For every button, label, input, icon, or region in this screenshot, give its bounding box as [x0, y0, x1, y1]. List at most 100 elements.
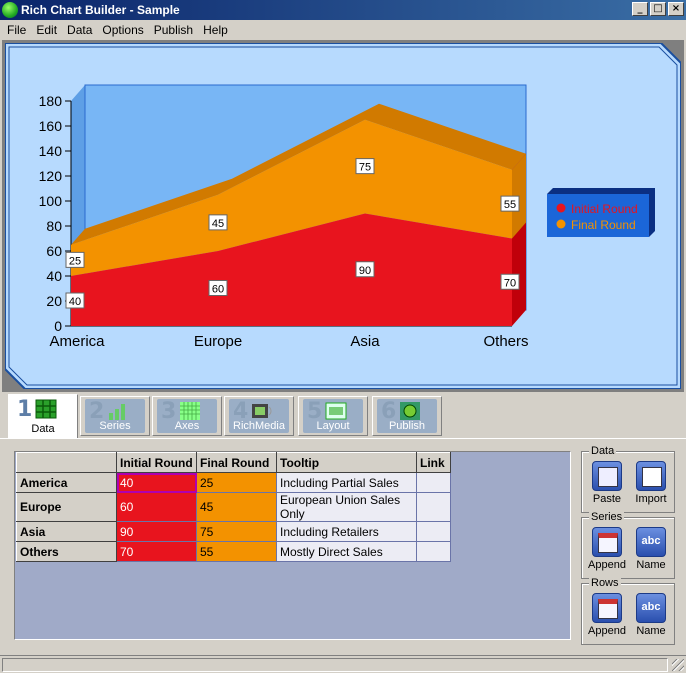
legend-label: Initial Round: [571, 202, 638, 216]
table-row: Europe 60 45 European Union Sales Only: [16, 492, 451, 522]
chart-preview-panel: 0 20 40 60 80 100 120 140 160 180 40 60 90 70 25 45 75 55…: [2, 40, 684, 392]
group-title: Rows: [589, 577, 621, 589]
cell-tooltip[interactable]: European Union Sales Only: [276, 492, 417, 522]
globe-icon: [400, 402, 420, 420]
append-table-icon: [592, 593, 622, 623]
data-grid: Initial Round Final Round Tooltip Link A…: [14, 451, 571, 640]
append-series-button[interactable]: Append: [585, 527, 629, 571]
cell-final[interactable]: 55: [196, 541, 277, 562]
data-label: 25: [69, 255, 81, 267]
cell-tooltip[interactable]: Including Partial Sales: [276, 472, 417, 493]
row-header[interactable]: Asia: [16, 521, 117, 542]
tab-label: RichMedia: [233, 420, 285, 432]
status-bar: [0, 655, 686, 673]
cell-link[interactable]: [416, 541, 451, 562]
data-label-group: 55: [500, 195, 520, 212]
group-title: Series: [589, 511, 625, 523]
cell-initial[interactable]: 40: [116, 472, 197, 493]
name-row-button[interactable]: abc Name: [629, 593, 673, 637]
table-row: Others 70 55 Mostly Direct Sales: [16, 541, 451, 562]
cell-tooltip[interactable]: Mostly Direct Sales: [276, 541, 417, 562]
tab-publish[interactable]: 6 Publish: [372, 396, 442, 436]
menu-options[interactable]: Options: [97, 23, 148, 37]
minimize-button[interactable]: _: [632, 2, 648, 16]
data-label: 60: [212, 284, 224, 296]
maximize-button[interactable]: □: [650, 2, 666, 16]
menu-bar: File Edit Data Options Publish Help: [0, 20, 686, 39]
table-row: America 40 25 Including Partial Sales: [16, 472, 451, 493]
table-row: Asia 90 75 Including Retailers: [16, 521, 451, 542]
menu-help[interactable]: Help: [198, 23, 233, 37]
bar-chart-icon: [109, 404, 125, 420]
legend-label: Final Round: [571, 218, 636, 232]
y-tick-label: 40: [46, 268, 62, 284]
data-label: 90: [359, 265, 371, 277]
cell-final[interactable]: 45: [196, 492, 277, 522]
paste-button[interactable]: Paste: [585, 461, 629, 505]
data-label-group: 60: [208, 280, 228, 296]
tab-series[interactable]: 2 Series: [80, 396, 150, 436]
menu-file[interactable]: File: [2, 23, 31, 37]
y-tick-label: 0: [54, 318, 62, 334]
tab-layout[interactable]: 5 Layout: [298, 396, 368, 436]
append-row-button[interactable]: Append: [585, 593, 629, 637]
close-button[interactable]: ×: [668, 2, 684, 16]
y-tick-label: 120: [39, 168, 63, 184]
cell-link[interactable]: [416, 472, 451, 493]
y-tick-label: 100: [39, 193, 63, 209]
cell-link[interactable]: [416, 521, 451, 542]
row-header[interactable]: America: [16, 472, 117, 493]
menu-publish[interactable]: Publish: [149, 23, 198, 37]
tab-number: 1: [17, 397, 33, 422]
area-chart: 0 20 40 60 80 100 120 140 160 180 40 60 90 70 25 45 75 55…: [5, 43, 681, 389]
cell-initial[interactable]: 60: [116, 492, 197, 522]
cell-link[interactable]: [416, 492, 451, 522]
cell-initial[interactable]: 90: [116, 521, 197, 542]
data-label-group: 70: [500, 273, 520, 290]
col-header-tooltip[interactable]: Tooltip: [276, 452, 417, 473]
axes-grid-icon: [180, 402, 200, 420]
row-header[interactable]: Others: [16, 541, 117, 562]
menu-data[interactable]: Data: [62, 23, 97, 37]
tab-data[interactable]: 1 Data: [8, 394, 78, 438]
button-label: Append: [588, 625, 626, 637]
status-text: [2, 658, 668, 672]
name-series-button[interactable]: abc Name: [629, 527, 673, 571]
data-label: 55: [504, 199, 516, 211]
menu-edit[interactable]: Edit: [31, 23, 62, 37]
window-title: Rich Chart Builder - Sample: [21, 3, 180, 17]
y-tick-label: 180: [39, 93, 63, 109]
rows-group: Rows Append abc Name: [581, 577, 675, 645]
tab-axes[interactable]: 3 Axes: [152, 396, 222, 436]
tab-richmedia[interactable]: 4 RichMedia: [224, 396, 294, 436]
button-label: Import: [635, 493, 667, 505]
import-icon: [636, 461, 666, 491]
cell-final[interactable]: 25: [196, 472, 277, 493]
col-header-initial[interactable]: Initial Round: [116, 452, 197, 473]
tab-label: Axes: [174, 420, 200, 432]
row-header[interactable]: Europe: [16, 492, 117, 522]
abc-icon: abc: [636, 593, 666, 623]
col-header-final[interactable]: Final Round: [196, 452, 277, 473]
app-icon: [2, 2, 18, 18]
cell-final[interactable]: 75: [196, 521, 277, 542]
grid-corner: [16, 452, 117, 473]
legend: Initial Round Final Round: [547, 188, 655, 237]
tab-strip: 1 Data 2 Series 3 Axes 4 RichMedia 5 Lay…: [0, 394, 686, 438]
y-tick-label: 20: [46, 293, 62, 309]
tab-label: Data: [31, 423, 55, 435]
data-label: 40: [69, 296, 81, 308]
col-header-link[interactable]: Link: [416, 452, 451, 473]
cell-initial[interactable]: 70: [116, 541, 197, 562]
x-tick-label: Europe: [194, 333, 242, 350]
button-label: Name: [636, 625, 666, 637]
cell-tooltip[interactable]: Including Retailers: [276, 521, 417, 542]
resize-grip[interactable]: [672, 659, 684, 671]
layout-icon: [325, 402, 347, 420]
y-tick-label: 160: [39, 118, 63, 134]
data-label-group: 45: [208, 214, 228, 231]
data-label-group: 75: [355, 158, 375, 175]
import-button[interactable]: Import: [629, 461, 673, 505]
paste-icon: [592, 461, 622, 491]
data-group: Data Paste Import: [581, 445, 675, 513]
